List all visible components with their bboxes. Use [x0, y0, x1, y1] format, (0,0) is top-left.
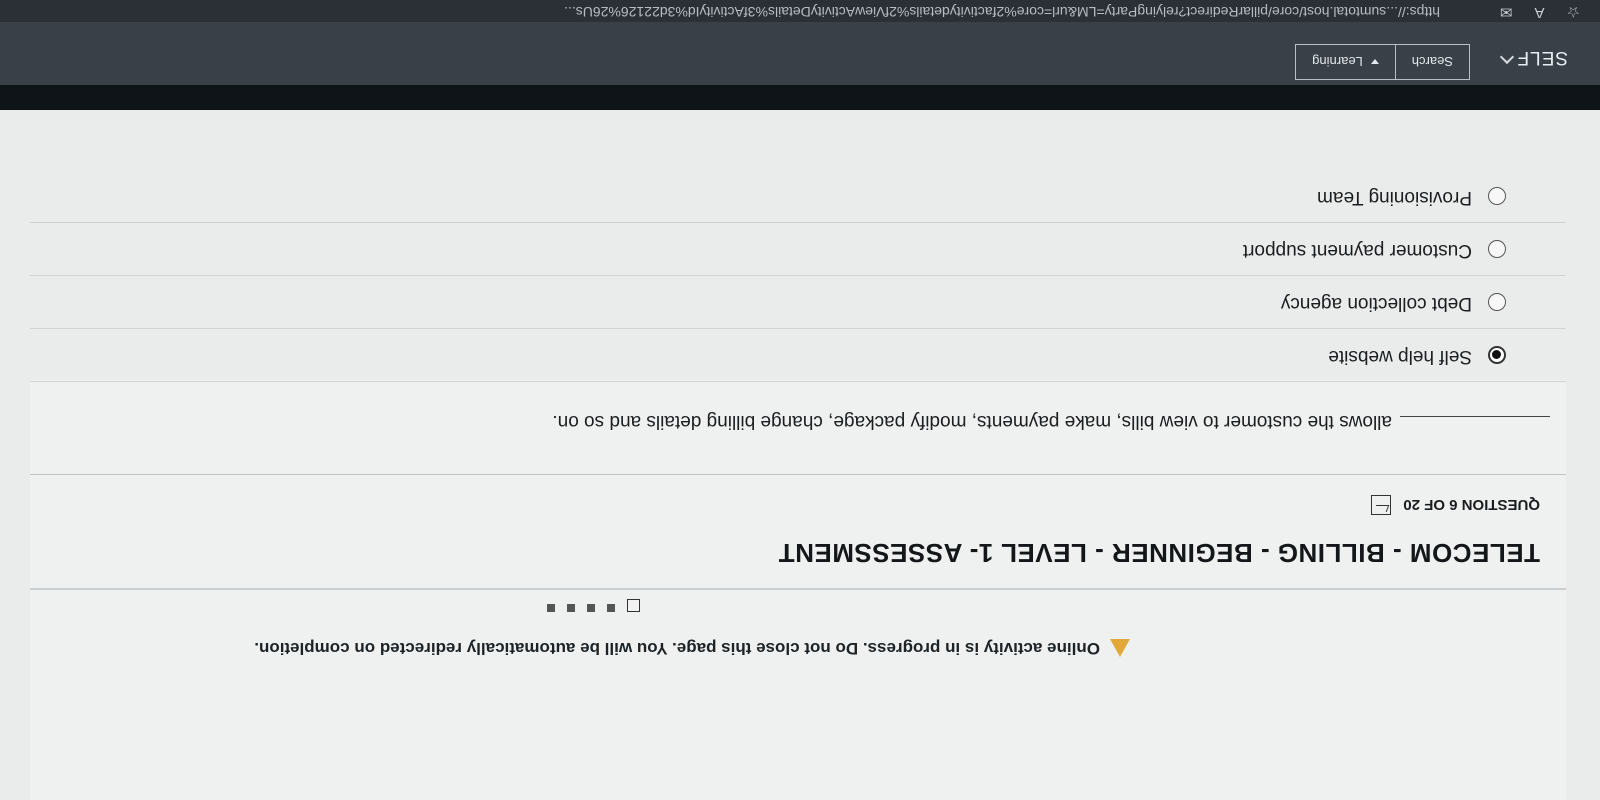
step-2-marker: [607, 604, 615, 612]
mail-icon[interactable]: ✉: [1500, 3, 1513, 21]
rotated-photo-stage: Online activity is in progress. Do not c…: [0, 0, 1600, 800]
option-customer-payment-support[interactable]: Customer payment support: [30, 223, 1566, 276]
option-self-help-website[interactable]: Self help website: [30, 329, 1566, 382]
question-divider: [30, 474, 1566, 475]
option-label: Provisioning Team: [1317, 187, 1472, 208]
question-text: allows the customer to view bills, make …: [552, 411, 1392, 432]
reader-icon[interactable]: A: [1535, 3, 1545, 21]
option-label: Customer payment support: [1242, 240, 1472, 261]
app-name[interactable]: SELF: [1516, 46, 1568, 68]
url-text[interactable]: https://...sumtotal.host/core/pillarRedi…: [80, 4, 1440, 20]
address-bar-icons: ☆ A ✉: [1500, 3, 1580, 21]
question-number: QUESTION 6 OF 20: [1403, 496, 1540, 514]
learning-menu-button[interactable]: Learning: [1295, 44, 1395, 80]
warning-text: Online activity is in progress. Do not c…: [254, 639, 1100, 658]
option-provisioning-team[interactable]: Provisioning Team: [30, 170, 1566, 223]
option-debt-collection-agency[interactable]: Debt collection agency: [30, 276, 1566, 329]
warning-icon: [1110, 639, 1130, 657]
search-label: Search: [1411, 54, 1453, 70]
radio-icon[interactable]: [1488, 187, 1506, 205]
nav-buttons: Search Learning: [1295, 44, 1470, 80]
question-text-row: allows the customer to view bills, make …: [552, 410, 1550, 432]
assessment-title: TELECOM - BILLING - BEGINNER - LEVEL 1- …: [778, 538, 1540, 568]
option-label: Self help website: [1328, 346, 1472, 367]
option-label: Debt collection agency: [1280, 293, 1472, 314]
learning-label: Learning: [1312, 54, 1363, 70]
search-button[interactable]: Search: [1394, 44, 1470, 80]
step-1-marker: [627, 599, 640, 612]
flag-question-icon[interactable]: [1371, 495, 1392, 515]
question-meta: QUESTION 6 OF 20: [1371, 495, 1540, 515]
header-shadow-band: [0, 82, 1600, 110]
radio-selected-icon[interactable]: [1488, 346, 1506, 364]
radio-icon[interactable]: [1488, 293, 1506, 311]
answer-options: Self help website Debt collection agency…: [30, 170, 1566, 382]
step-4-marker: [567, 604, 575, 612]
progress-warning: Online activity is in progress. Do not c…: [80, 636, 1130, 660]
star-icon[interactable]: ☆: [1567, 3, 1580, 21]
content-panel: [30, 380, 1566, 800]
progress-steps: [547, 599, 640, 612]
dropdown-arrow-icon: [1370, 59, 1379, 65]
step-5-marker: [547, 604, 555, 612]
fill-in-blank: [1400, 416, 1550, 417]
radio-icon[interactable]: [1488, 240, 1506, 258]
title-separator: [30, 588, 1566, 590]
step-3-marker: [587, 604, 595, 612]
